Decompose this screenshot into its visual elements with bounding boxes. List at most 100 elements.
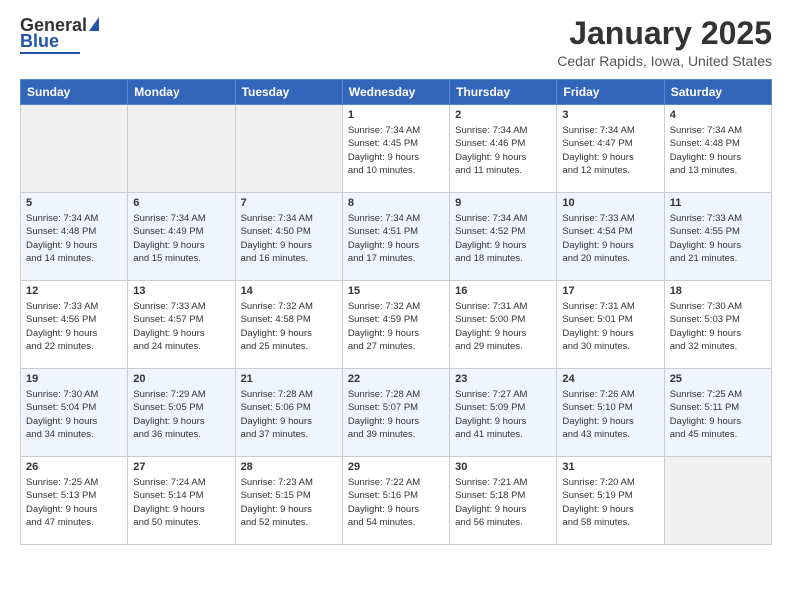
calendar-cell: 9 Sunrise: 7:34 AMSunset: 4:52 PMDaylight… [450, 193, 557, 281]
weekday-header-wednesday: Wednesday [342, 80, 449, 105]
calendar-cell: 7Sunrise: 7:34 AMSunset: 4:50 PMDaylight… [235, 193, 342, 281]
day-info: Sunrise: 7:21 AMSunset: 5:18 PMDaylight:… [455, 476, 551, 529]
day-info: Sunrise: 7:30 AMSunset: 5:04 PMDaylight:… [26, 388, 122, 441]
day-number: 29 [348, 461, 444, 473]
day-info: Sunrise: 7:34 AMSunset: 4:47 PMDaylight:… [562, 124, 658, 177]
calendar-cell [235, 105, 342, 193]
calendar-cell: 2 Sunrise: 7:34 AMSunset: 4:46 PMDaylight… [450, 105, 557, 193]
calendar-cell: 30 Sunrise: 7:21 AMSunset: 5:18 PMDayligh… [450, 457, 557, 545]
day-info: Sunrise: 7:22 AMSunset: 5:16 PMDaylight:… [348, 476, 444, 529]
calendar-cell: 20 Sunrise: 7:29 AMSunset: 5:05 PMDayligh… [128, 369, 235, 457]
calendar-cell: 11 Sunrise: 7:33 AMSunset: 4:55 PMDayligh… [664, 193, 771, 281]
weekday-header-monday: Monday [128, 80, 235, 105]
day-info: Sunrise: 7:29 AMSunset: 5:05 PMDaylight:… [133, 388, 229, 441]
day-info: Sunrise: 7:31 AMSunset: 5:00 PMDaylight:… [455, 300, 551, 353]
calendar-cell [21, 105, 128, 193]
calendar-cell: 17 Sunrise: 7:31 AMSunset: 5:01 PMDayligh… [557, 281, 664, 369]
calendar-cell: 6Sunrise: 7:34 AMSunset: 4:49 PMDaylight… [128, 193, 235, 281]
calendar-cell: 10 Sunrise: 7:33 AMSunset: 4:54 PMDayligh… [557, 193, 664, 281]
weekday-header-row: SundayMondayTuesdayWednesdayThursdayFrid… [21, 80, 772, 105]
day-number: 25 [670, 373, 766, 385]
day-info: Sunrise: 7:34 AMSunset: 4:51 PMDaylight:… [348, 212, 444, 265]
weekday-header-thursday: Thursday [450, 80, 557, 105]
calendar-cell [664, 457, 771, 545]
calendar-week-row: 12Sunrise: 7:33 AMSunset: 4:56 PMDayligh… [21, 281, 772, 369]
day-number: 4 [670, 109, 766, 121]
calendar-cell: 5 Sunrise: 7:34 AMSunset: 4:48 PMDaylight… [21, 193, 128, 281]
day-number: 10 [562, 197, 658, 209]
day-number: 2 [455, 109, 551, 121]
day-info: Sunrise: 7:26 AMSunset: 5:10 PMDaylight:… [562, 388, 658, 441]
day-info: Sunrise: 7:25 AMSunset: 5:13 PMDaylight:… [26, 476, 122, 529]
day-number: 3 [562, 109, 658, 121]
location-title: Cedar Rapids, Iowa, United States [557, 53, 772, 69]
day-info: Sunrise: 7:33 AMSunset: 4:55 PMDaylight:… [670, 212, 766, 265]
day-number: 14 [241, 285, 337, 297]
day-number: 24 [562, 373, 658, 385]
calendar-cell: 28 Sunrise: 7:23 AMSunset: 5:15 PMDayligh… [235, 457, 342, 545]
day-info: Sunrise: 7:34 AMSunset: 4:48 PMDaylight:… [26, 212, 122, 265]
day-number: 13 [133, 285, 229, 297]
calendar-cell: 1 Sunrise: 7:34 AMSunset: 4:45 PMDaylight… [342, 105, 449, 193]
calendar-week-row: 5 Sunrise: 7:34 AMSunset: 4:48 PMDaylight… [21, 193, 772, 281]
header: General Blue January 2025 Cedar Rapids, … [20, 16, 772, 69]
day-info: Sunrise: 7:20 AMSunset: 5:19 PMDaylight:… [562, 476, 658, 529]
calendar-cell: 18Sunrise: 7:30 AMSunset: 5:03 PMDayligh… [664, 281, 771, 369]
calendar-cell: 22Sunrise: 7:28 AMSunset: 5:07 PMDayligh… [342, 369, 449, 457]
day-info: Sunrise: 7:34 AMSunset: 4:45 PMDaylight:… [348, 124, 444, 177]
calendar-week-row: 19 Sunrise: 7:30 AMSunset: 5:04 PMDayligh… [21, 369, 772, 457]
day-info: Sunrise: 7:31 AMSunset: 5:01 PMDaylight:… [562, 300, 658, 353]
day-number: 27 [133, 461, 229, 473]
day-number: 5 [26, 197, 122, 209]
day-number: 21 [241, 373, 337, 385]
weekday-header-saturday: Saturday [664, 80, 771, 105]
calendar-cell: 26Sunrise: 7:25 AMSunset: 5:13 PMDayligh… [21, 457, 128, 545]
calendar-cell: 16 Sunrise: 7:31 AMSunset: 5:00 PMDayligh… [450, 281, 557, 369]
calendar-cell: 31 Sunrise: 7:20 AMSunset: 5:19 PMDayligh… [557, 457, 664, 545]
calendar-week-row: 26Sunrise: 7:25 AMSunset: 5:13 PMDayligh… [21, 457, 772, 545]
calendar-cell: 4 Sunrise: 7:34 AMSunset: 4:48 PMDaylight… [664, 105, 771, 193]
day-number: 19 [26, 373, 122, 385]
day-info: Sunrise: 7:33 AMSunset: 4:54 PMDaylight:… [562, 212, 658, 265]
day-info: Sunrise: 7:34 AMSunset: 4:46 PMDaylight:… [455, 124, 551, 177]
calendar-cell: 13Sunrise: 7:33 AMSunset: 4:57 PMDayligh… [128, 281, 235, 369]
day-number: 18 [670, 285, 766, 297]
day-info: Sunrise: 7:33 AMSunset: 4:56 PMDaylight:… [26, 300, 122, 353]
logo: General Blue [20, 16, 99, 54]
calendar-cell: 19 Sunrise: 7:30 AMSunset: 5:04 PMDayligh… [21, 369, 128, 457]
day-number: 30 [455, 461, 551, 473]
logo-underline [20, 52, 80, 54]
calendar-week-row: 1 Sunrise: 7:34 AMSunset: 4:45 PMDaylight… [21, 105, 772, 193]
calendar-cell: 15Sunrise: 7:32 AMSunset: 4:59 PMDayligh… [342, 281, 449, 369]
day-number: 31 [562, 461, 658, 473]
calendar-cell: 21 Sunrise: 7:28 AMSunset: 5:06 PMDayligh… [235, 369, 342, 457]
day-number: 1 [348, 109, 444, 121]
day-info: Sunrise: 7:32 AMSunset: 4:58 PMDaylight:… [241, 300, 337, 353]
calendar-cell: 23Sunrise: 7:27 AMSunset: 5:09 PMDayligh… [450, 369, 557, 457]
calendar-cell: 27 Sunrise: 7:24 AMSunset: 5:14 PMDayligh… [128, 457, 235, 545]
calendar-table: SundayMondayTuesdayWednesdayThursdayFrid… [20, 79, 772, 545]
day-number: 11 [670, 197, 766, 209]
day-number: 15 [348, 285, 444, 297]
day-number: 20 [133, 373, 229, 385]
day-number: 9 [455, 197, 551, 209]
weekday-header-friday: Friday [557, 80, 664, 105]
day-number: 17 [562, 285, 658, 297]
day-info: Sunrise: 7:34 AMSunset: 4:52 PMDaylight:… [455, 212, 551, 265]
calendar-cell: 29 Sunrise: 7:22 AMSunset: 5:16 PMDayligh… [342, 457, 449, 545]
logo-triangle-icon [89, 17, 99, 31]
day-number: 6 [133, 197, 229, 209]
calendar-cell: 14 Sunrise: 7:32 AMSunset: 4:58 PMDayligh… [235, 281, 342, 369]
day-info: Sunrise: 7:24 AMSunset: 5:14 PMDaylight:… [133, 476, 229, 529]
calendar-cell: 3 Sunrise: 7:34 AMSunset: 4:47 PMDaylight… [557, 105, 664, 193]
weekday-header-sunday: Sunday [21, 80, 128, 105]
day-number: 22 [348, 373, 444, 385]
title-block: January 2025 Cedar Rapids, Iowa, United … [557, 16, 772, 69]
day-number: 7 [241, 197, 337, 209]
day-number: 28 [241, 461, 337, 473]
day-info: Sunrise: 7:23 AMSunset: 5:15 PMDaylight:… [241, 476, 337, 529]
day-number: 16 [455, 285, 551, 297]
day-info: Sunrise: 7:28 AMSunset: 5:06 PMDaylight:… [241, 388, 337, 441]
logo-blue-text: Blue [20, 32, 59, 50]
day-info: Sunrise: 7:34 AMSunset: 4:48 PMDaylight:… [670, 124, 766, 177]
